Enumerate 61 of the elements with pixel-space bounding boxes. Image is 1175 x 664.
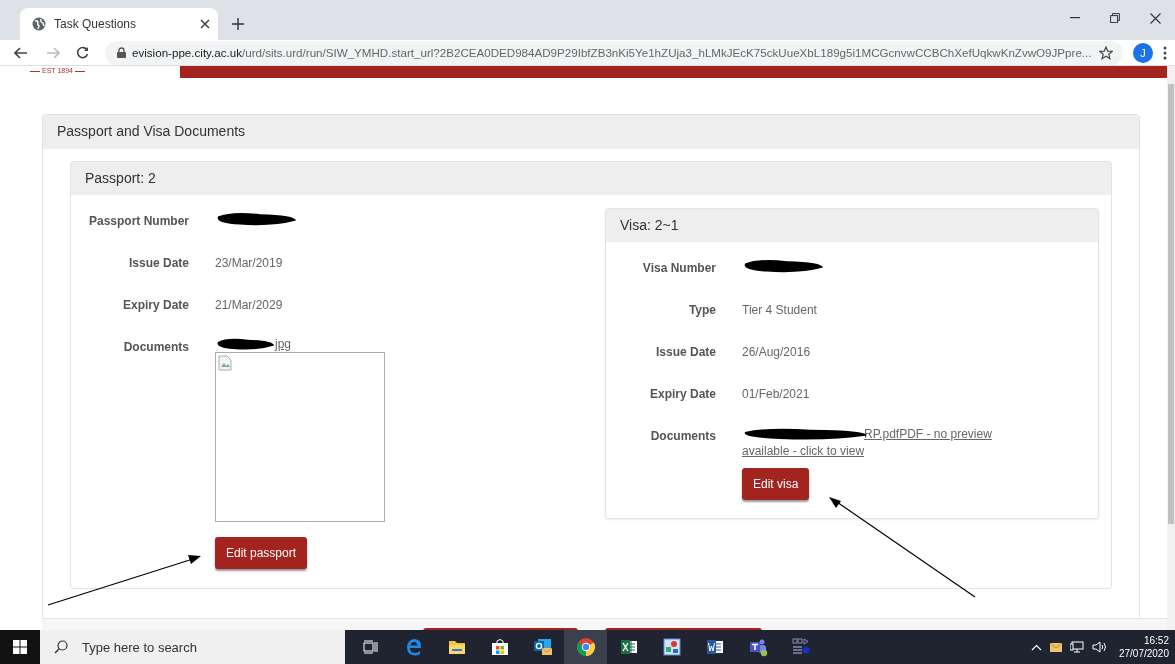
field-label: Documents [122,339,189,354]
document-link[interactable]: RP.pdfPDF - no preview available - click to view [742,426,1002,460]
field-label: Issue Date [654,344,716,359]
tab-title: Task Questions [54,17,138,31]
field-label: Type [687,302,716,317]
close-icon[interactable] [200,19,210,29]
globe-icon [32,17,46,31]
envelope-icon[interactable] [1049,642,1062,652]
address-bar[interactable]: evision-ppe.city.ac.uk/urd/sits.urd/run/SIW_YMHD.start_url?2B2CEA0DED984AD9P29IbfZB3nKi5Ye1hZUja3_hLMkJEcK75ckUueXbL189g5i1MCGcnvwCCBChXefUqkwKnZvwO9JPpre... [105,40,1123,65]
field-value: Tier 4 Student [742,302,817,317]
field-value: 01/Feb/2021 [742,386,810,401]
chrome-icon[interactable] [575,637,596,657]
clock-time: 16:52 [1143,634,1169,647]
clock[interactable]: 16:52 27/07/2020 [1118,634,1169,660]
panel-title: Visa: 2~1 [606,209,1098,242]
profile-avatar[interactable]: J [1133,42,1153,63]
panel-title: Passport and Visa Documents [43,115,1139,149]
diagram-app-icon[interactable] [662,638,681,656]
close-icon[interactable] [1149,12,1161,24]
edit-visa-button[interactable]: Edit visa [742,468,810,500]
field-value: 23/Mar/2019 [215,255,283,270]
menu-icon[interactable] [1163,45,1167,60]
lock-icon [117,47,126,58]
field-value: 21/Mar/2029 [215,297,283,312]
word-app-icon[interactable] [705,639,724,655]
redaction-mark [215,337,275,351]
folder-icon[interactable] [447,639,466,655]
field-label: Passport Number [87,213,189,228]
broken-image-icon [218,355,232,371]
url-text: evision-ppe.city.ac.uk/urd/sits.urd/run/SIW_YMHD.start_url?2B2CEA0DED984AD9P29IbfZB3nKi5Ye1hZUja3_hLMkJEcK75ckUueXbL189g5i1MCGcnvwCCBChXefUqkwKnZvwO9JPpre... [132,46,1093,59]
panel-title: Passport: 2 [71,162,1111,195]
task-view-icon[interactable] [362,640,379,654]
back-icon[interactable] [14,46,28,59]
minimize-icon[interactable] [1070,17,1080,19]
field-label: Expiry Date [648,386,716,401]
windows-start-icon[interactable] [13,640,27,654]
browser-e-icon[interactable] [404,638,423,656]
reload-icon[interactable] [76,46,89,59]
field-label: Documents [649,428,716,443]
restore-icon[interactable] [1110,13,1120,23]
scrollbar[interactable] [1167,66,1175,630]
search-field[interactable]: Type here to search [40,630,345,664]
chevron-up-icon[interactable] [1030,643,1042,651]
field-label: Visa Number [641,260,716,275]
clock-date: 27/07/2020 [1118,647,1169,660]
network-icon[interactable] [1069,641,1084,653]
store-bag-icon[interactable] [490,638,509,656]
mail-app-icon[interactable] [532,638,553,656]
browser-tab[interactable]: Task Questions [20,8,218,40]
field-label: Issue Date [127,255,189,270]
flowchart-app-icon[interactable] [791,638,810,656]
volume-icon[interactable] [1091,641,1107,653]
field-label: Expiry Date [121,297,189,312]
teams-app-icon[interactable] [747,637,768,657]
star-icon[interactable] [1099,45,1113,60]
spreadsheet-app-icon[interactable] [619,639,638,655]
search-icon [54,640,68,654]
edit-passport-button[interactable]: Edit passport [215,537,308,569]
document-link[interactable]: jpg [275,337,291,351]
new-tab-icon[interactable] [232,18,244,30]
field-value: 26/Aug/2016 [742,344,811,359]
